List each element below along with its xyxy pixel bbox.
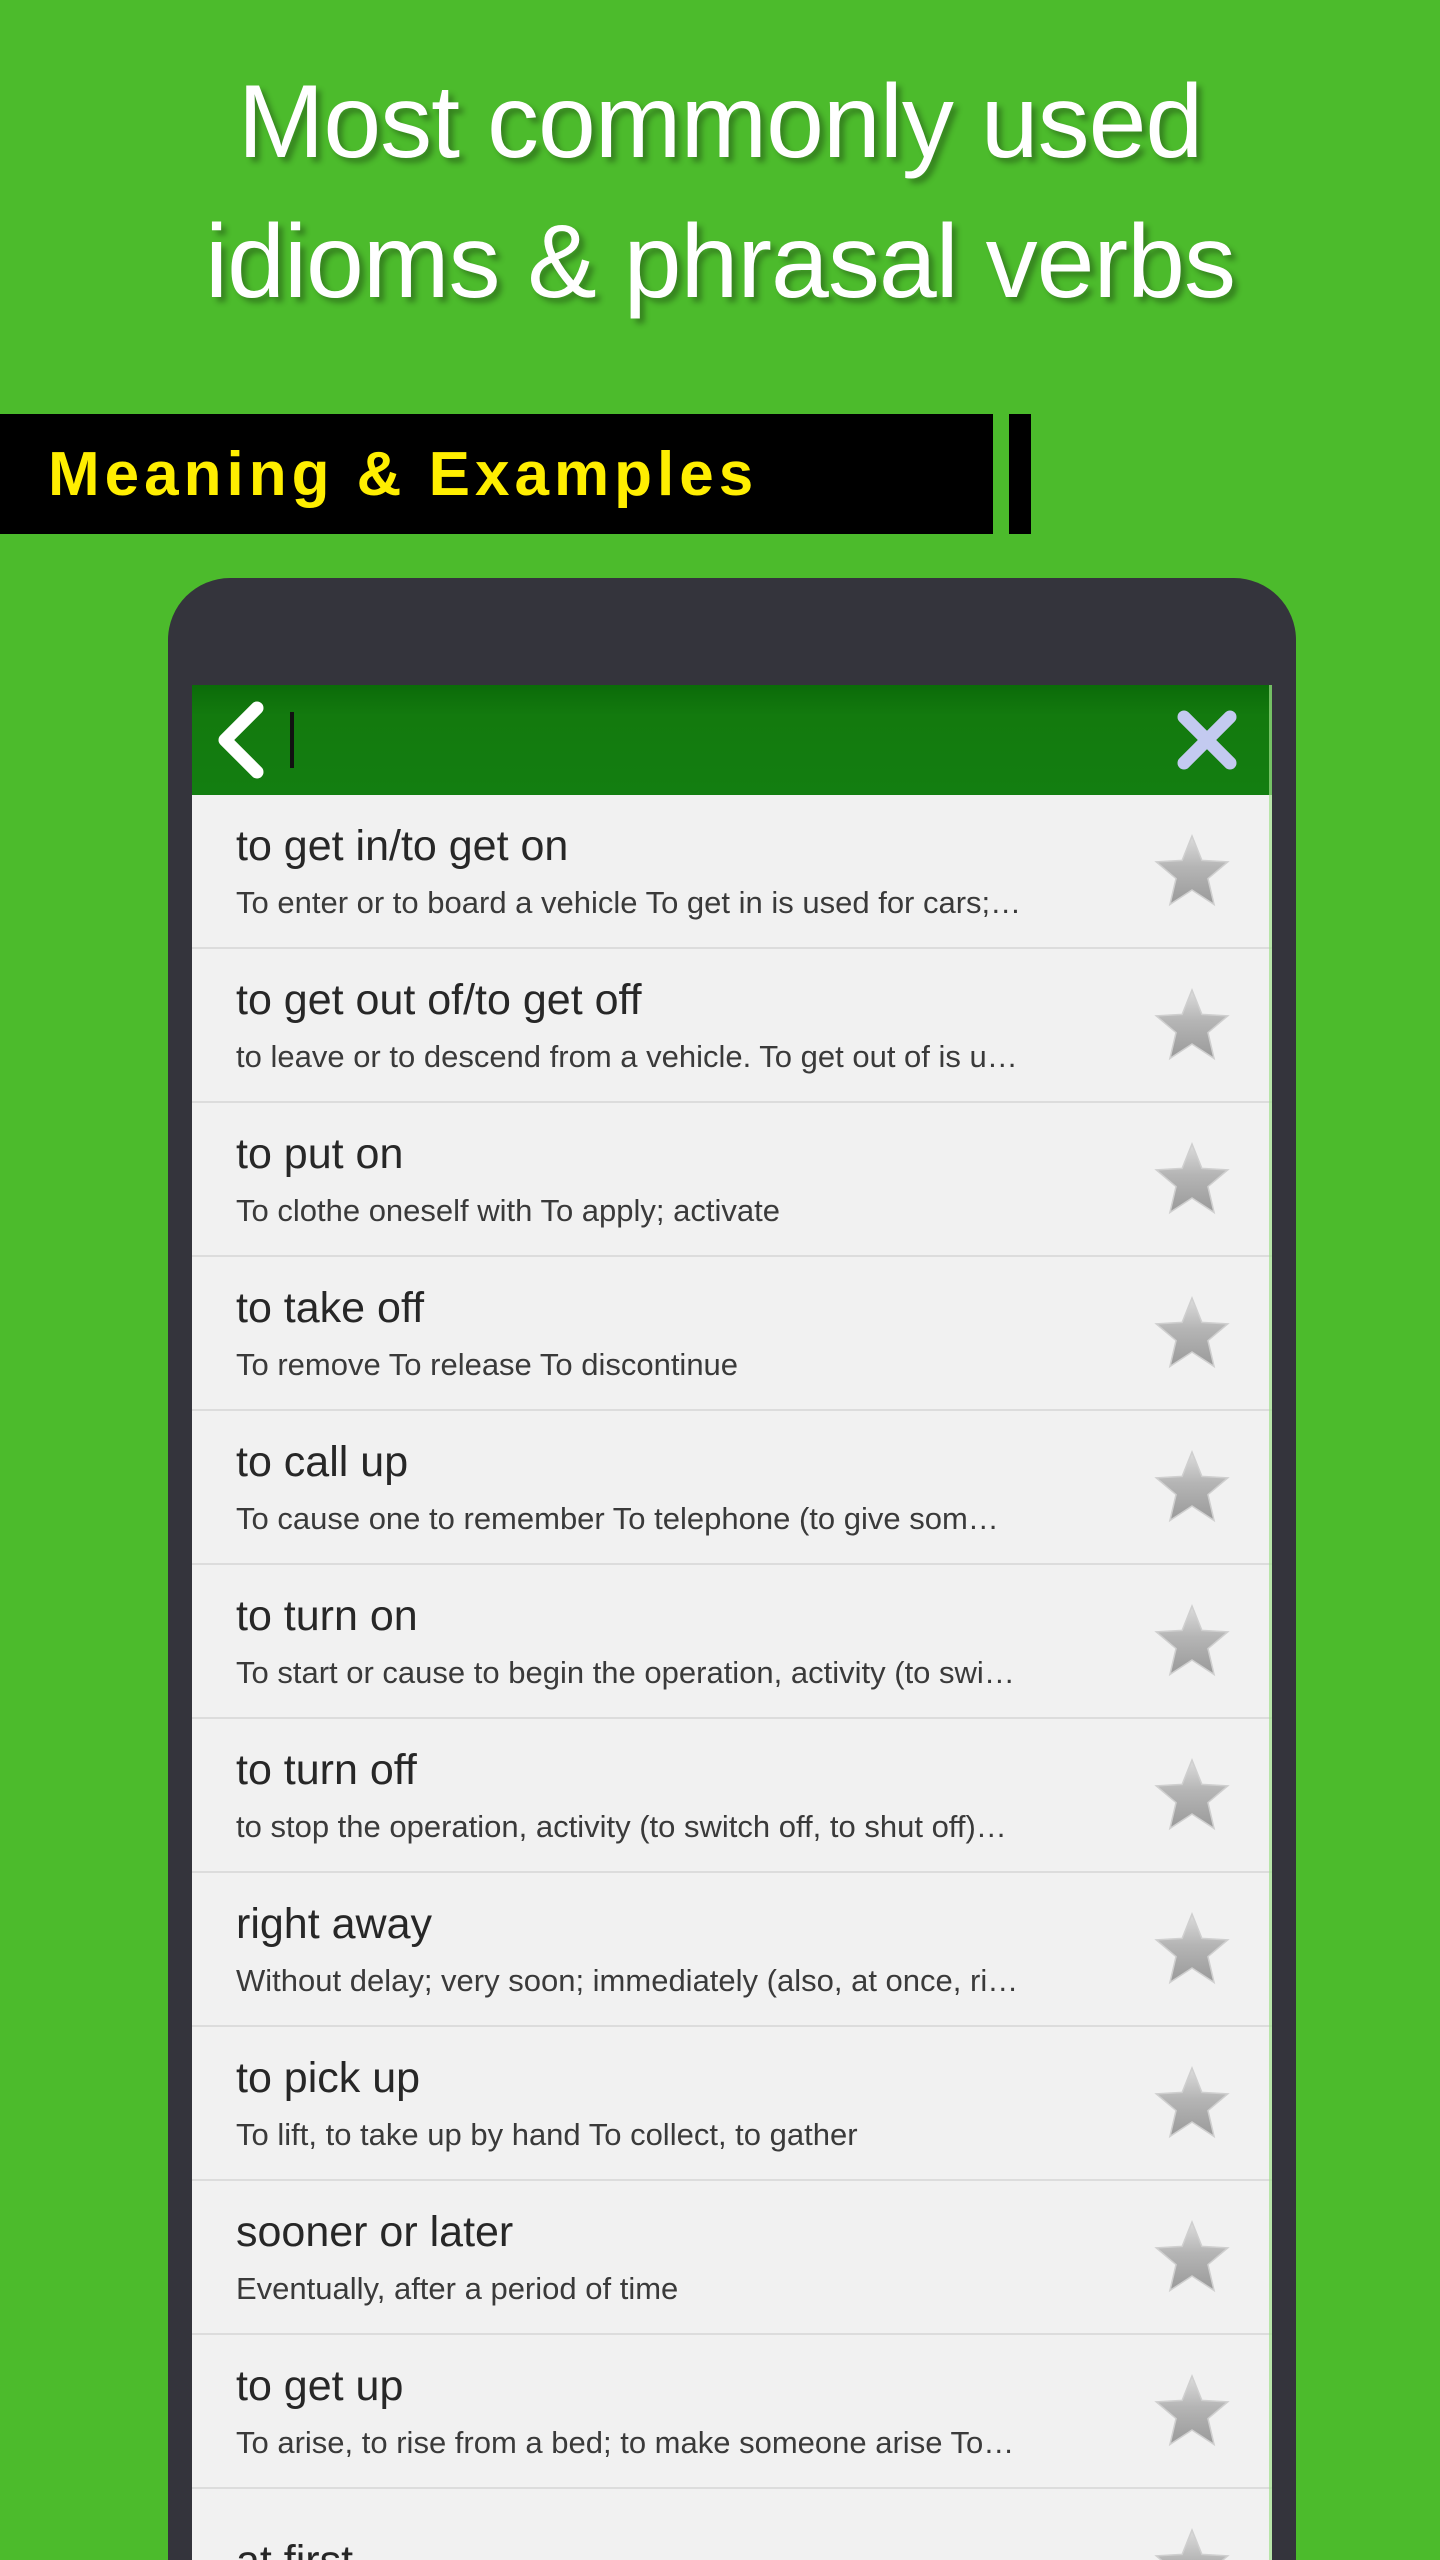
list-item-title: right away xyxy=(236,1899,432,1948)
list-item-title: to put on xyxy=(236,1129,404,1178)
star-icon xyxy=(1154,1757,1230,1833)
list-item-subtitle: To remove To release To discontinue xyxy=(236,1346,739,1382)
promo-poster: Most commonly used idioms & phrasal verb… xyxy=(0,0,1440,2560)
favorite-star-button[interactable] xyxy=(1154,1603,1230,1679)
list-item-title: sooner or later xyxy=(236,2207,514,2256)
list-item[interactable]: to call up To cause one to remember To t… xyxy=(192,1411,1272,1565)
list-item-title: to take off xyxy=(236,1283,425,1332)
star-icon xyxy=(1154,2373,1230,2449)
list-item-title: to get up xyxy=(236,2361,404,2410)
list-item-title: to get out of/to get off xyxy=(236,975,642,1024)
favorite-star-button[interactable] xyxy=(1154,2373,1230,2449)
list-item-title: to get in/to get on xyxy=(236,821,569,870)
list-item[interactable]: at first xyxy=(192,2489,1272,2560)
headline-line-1: Most commonly used xyxy=(237,64,1204,180)
star-icon xyxy=(1154,1295,1230,1371)
list-item[interactable]: right away Without delay; very soon; imm… xyxy=(192,1873,1272,2027)
favorite-star-button[interactable] xyxy=(1154,2527,1230,2560)
list-item[interactable]: sooner or later Eventually, after a peri… xyxy=(192,2181,1272,2335)
list-item-title: to call up xyxy=(236,1437,409,1486)
list-item-title: to turn on xyxy=(236,1591,418,1640)
list-item-subtitle: Eventually, after a period of time xyxy=(236,2270,679,2306)
list-item-subtitle: To clothe oneself with To apply; activat… xyxy=(236,1192,780,1228)
list-item-subtitle: To enter or to board a vehicle To get in… xyxy=(236,884,1022,920)
favorite-star-button[interactable] xyxy=(1154,1757,1230,1833)
list-item[interactable]: to get up To arise, to rise from a bed; … xyxy=(192,2335,1272,2489)
list-item[interactable]: to put on To clothe oneself with To appl… xyxy=(192,1103,1272,1257)
headline-line-2: idioms & phrasal verbs xyxy=(205,204,1236,320)
list-item[interactable]: to get in/to get on To enter or to board… xyxy=(192,795,1272,949)
subtitle-banner-label: Meaning & Examples xyxy=(48,439,759,509)
list-item[interactable]: to get out of/to get off to leave or to … xyxy=(192,949,1272,1103)
favorite-star-button[interactable] xyxy=(1154,1911,1230,1987)
clear-search-button[interactable] xyxy=(1142,685,1272,795)
favorite-star-button[interactable] xyxy=(1154,2065,1230,2141)
star-icon xyxy=(1154,1911,1230,1987)
favorite-star-button[interactable] xyxy=(1154,1295,1230,1371)
star-icon xyxy=(1154,1449,1230,1525)
phone-screen: to get in/to get on To enter or to board… xyxy=(192,685,1272,2560)
favorite-star-button[interactable] xyxy=(1154,1449,1230,1525)
star-icon xyxy=(1154,2219,1230,2295)
list-item-subtitle: To start or cause to begin the operation… xyxy=(236,1654,1015,1690)
star-icon xyxy=(1154,2065,1230,2141)
text-caret xyxy=(290,712,294,768)
idiom-list[interactable]: to get in/to get on To enter or to board… xyxy=(192,795,1272,2560)
list-item-subtitle: To lift, to take up by hand To collect, … xyxy=(236,2116,858,2152)
list-item-subtitle: Without delay; very soon; immediately (a… xyxy=(236,1962,1019,1998)
list-item-title: to pick up xyxy=(236,2053,421,2102)
phone-mockup: to get in/to get on To enter or to board… xyxy=(168,578,1296,2560)
list-item-title: to turn off xyxy=(236,1745,417,1794)
list-item[interactable]: to turn on To start or cause to begin th… xyxy=(192,1565,1272,1719)
star-icon xyxy=(1154,1603,1230,1679)
favorite-star-button[interactable] xyxy=(1154,2219,1230,2295)
star-icon xyxy=(1154,1141,1230,1217)
list-item-title: at first xyxy=(236,2534,1272,2560)
list-item-subtitle: To cause one to remember To telephone (t… xyxy=(236,1500,999,1536)
app-toolbar xyxy=(192,685,1272,795)
list-item[interactable]: to take off To remove To release To disc… xyxy=(192,1257,1272,1411)
list-item[interactable]: to turn off to stop the operation, activ… xyxy=(192,1719,1272,1873)
list-item-subtitle: to leave or to descend from a vehicle. T… xyxy=(236,1038,1018,1074)
star-icon xyxy=(1154,2527,1230,2560)
favorite-star-button[interactable] xyxy=(1154,1141,1230,1217)
star-icon xyxy=(1154,987,1230,1063)
list-item[interactable]: to pick up To lift, to take up by hand T… xyxy=(192,2027,1272,2181)
list-item-subtitle: To arise, to rise from a bed; to make so… xyxy=(236,2424,1015,2460)
favorite-star-button[interactable] xyxy=(1154,833,1230,909)
chevron-left-icon xyxy=(211,701,269,779)
subtitle-banner-accent-bar xyxy=(1009,414,1031,534)
subtitle-banner-block: Meaning & Examples xyxy=(0,414,993,534)
star-icon xyxy=(1154,833,1230,909)
list-item-subtitle: to stop the operation, activity (to swit… xyxy=(236,1808,1007,1844)
search-input[interactable] xyxy=(288,685,1142,795)
back-button[interactable] xyxy=(192,685,288,795)
screen-right-edge xyxy=(1269,685,1272,2560)
favorite-star-button[interactable] xyxy=(1154,987,1230,1063)
close-x-icon xyxy=(1174,707,1240,773)
page-title: Most commonly used idioms & phrasal verb… xyxy=(0,52,1440,332)
subtitle-banner: Meaning & Examples xyxy=(0,414,1440,534)
